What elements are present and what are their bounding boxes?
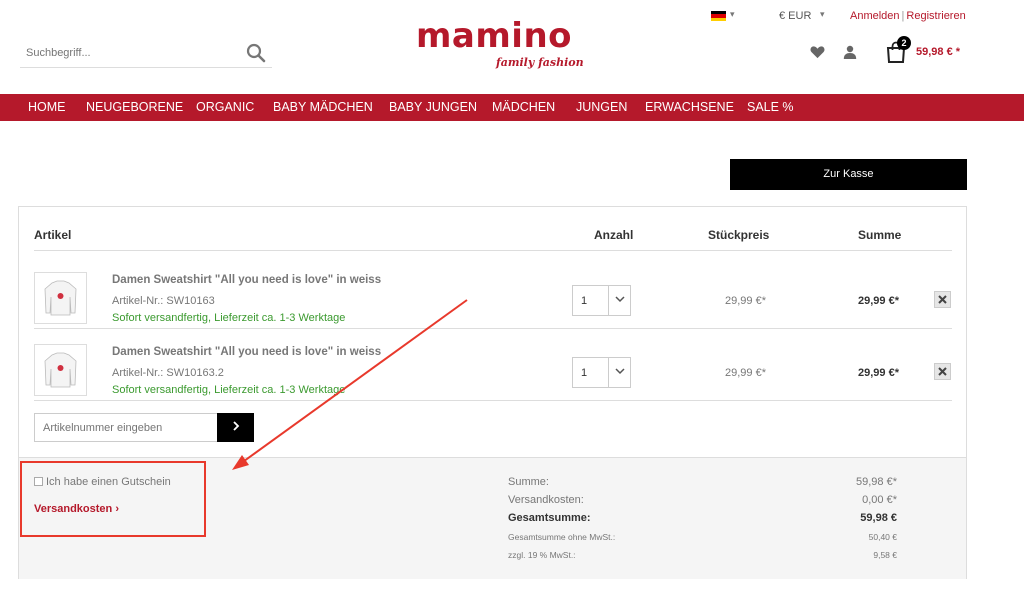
column-header-sum: Summe [858, 228, 902, 242]
product-name[interactable]: Damen Sweatshirt "All you need is love" … [112, 346, 381, 358]
checkout-button[interactable]: Zur Kasse [730, 159, 967, 190]
summary-value: 9,58 € [873, 550, 897, 560]
user-icon[interactable] [843, 45, 857, 59]
cart-count-badge: 2 [897, 36, 911, 50]
summary-value-total: 59,98 € [860, 512, 897, 524]
table-row: Damen Sweatshirt "All you need is love" … [34, 329, 952, 401]
login-link[interactable]: Anmelden [850, 10, 900, 22]
main-nav: HOME NEUGEBORENE ORGANIC BABY MÄDCHEN BA… [0, 94, 1024, 121]
product-thumbnail[interactable] [34, 272, 87, 324]
nav-item-baby-maedchen[interactable]: BABY MÄDCHEN [273, 94, 373, 121]
sweatshirt-icon [44, 280, 77, 316]
availability-status: Sofort versandfertig, Lieferzeit ca. 1-3… [112, 384, 346, 396]
add-sku-button[interactable] [217, 413, 254, 442]
quantity-divider [608, 358, 609, 387]
summary-label: Summe: [508, 476, 549, 488]
summary-label: Versandkosten: [508, 494, 584, 506]
sweatshirt-icon [44, 352, 77, 388]
column-header-qty: Anzahl [594, 228, 634, 242]
quantity-select[interactable]: 1 [572, 357, 631, 388]
product-sku: Artikel-Nr.: SW10163 [112, 295, 215, 307]
heart-icon[interactable] [810, 45, 825, 59]
cart-total[interactable]: 59,98 € * [916, 46, 960, 58]
summary-value: 50,40 € [868, 532, 897, 542]
summary-label-total: Gesamtsumme: [508, 512, 591, 524]
summary-value: 0,00 €* [862, 494, 897, 506]
link-separator: | [901, 10, 905, 22]
product-name[interactable]: Damen Sweatshirt "All you need is love" … [112, 274, 381, 286]
chevron-down-icon [615, 296, 625, 303]
remove-item-button[interactable] [934, 363, 951, 380]
unit-price: 29,99 €* [725, 367, 766, 379]
row-total: 29,99 €* [858, 367, 899, 379]
annotation-highlight-box [20, 461, 206, 537]
cart-header-row: Artikel Anzahl Stückpreis Summe [34, 207, 952, 251]
summary-label: Gesamtsumme ohne MwSt.: [508, 532, 616, 542]
sku-input[interactable] [34, 413, 218, 442]
unit-price: 29,99 €* [725, 295, 766, 307]
account-links: Anmelden | Registrieren [850, 10, 966, 22]
nav-item-home[interactable]: HOME [28, 94, 66, 121]
column-header-article: Artikel [34, 228, 72, 242]
nav-item-sale[interactable]: SALE % [747, 94, 794, 121]
close-icon [938, 295, 947, 304]
register-link[interactable]: Registrieren [906, 10, 965, 22]
nav-item-baby-jungen[interactable]: BABY JUNGEN [389, 94, 477, 121]
chevron-right-icon [232, 421, 239, 431]
nav-item-organic[interactable]: ORGANIC [196, 94, 254, 121]
nav-item-neugeborene[interactable]: NEUGEBORENE [86, 94, 183, 121]
quantity-value: 1 [581, 295, 588, 307]
logo-wordmark: mamino [416, 16, 573, 56]
quantity-value: 1 [581, 367, 588, 379]
product-sku: Artikel-Nr.: SW10163.2 [112, 367, 224, 379]
nav-item-erwachsene[interactable]: ERWACHSENE [645, 94, 734, 121]
nav-item-jungen[interactable]: JUNGEN [576, 94, 627, 121]
logo-tagline: family fashion [496, 56, 584, 69]
chevron-down-icon [615, 368, 625, 375]
search-bar [20, 40, 272, 68]
chevron-down-icon[interactable]: ▾ [730, 9, 735, 20]
row-total: 29,99 €* [858, 295, 899, 307]
availability-status: Sofort versandfertig, Lieferzeit ca. 1-3… [112, 312, 346, 324]
quantity-select[interactable]: 1 [572, 285, 631, 316]
chevron-down-icon[interactable]: ▾ [820, 9, 825, 20]
column-header-unit-price: Stückpreis [708, 228, 770, 242]
summary-value: 59,98 €* [856, 476, 897, 488]
close-icon [938, 367, 947, 376]
search-input[interactable] [20, 40, 230, 66]
table-row: Damen Sweatshirt "All you need is love" … [34, 257, 952, 329]
de-flag-icon[interactable] [711, 11, 726, 21]
quantity-divider [608, 286, 609, 315]
product-thumbnail[interactable] [34, 344, 87, 396]
summary-label: zzgl. 19 % MwSt.: [508, 550, 576, 560]
nav-item-maedchen[interactable]: MÄDCHEN [492, 94, 555, 121]
remove-item-button[interactable] [934, 291, 951, 308]
search-icon[interactable] [246, 43, 266, 63]
site-logo[interactable]: mamino family fashion [416, 18, 586, 74]
currency-selector[interactable]: € EUR [779, 10, 811, 22]
add-by-sku [34, 413, 255, 442]
